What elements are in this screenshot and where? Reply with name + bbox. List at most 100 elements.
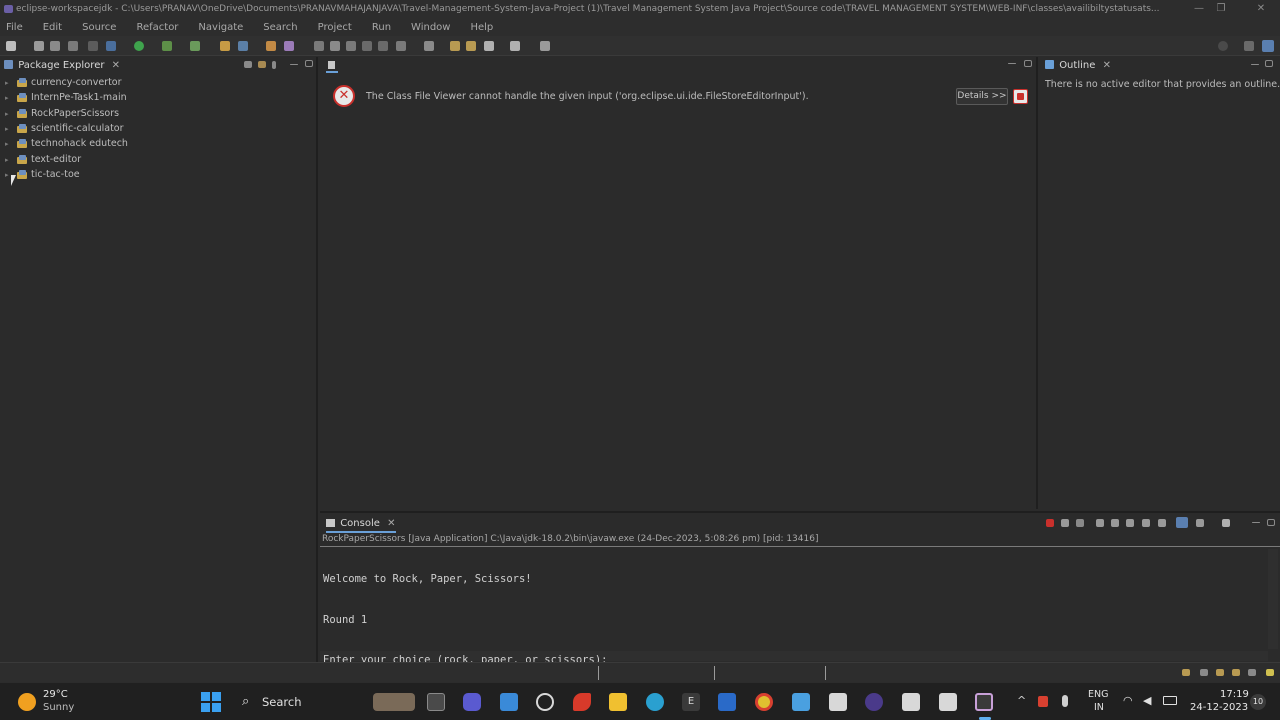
- status-icon-f[interactable]: [1266, 669, 1274, 676]
- menu-edit[interactable]: Edit: [43, 22, 62, 33]
- remove-all-terminated-icon[interactable]: [1076, 519, 1084, 527]
- editor-tab[interactable]: [326, 59, 338, 73]
- display-console-icon[interactable]: [1196, 519, 1204, 527]
- java-app-3-icon[interactable]: [939, 693, 957, 711]
- debug-icon[interactable]: [106, 41, 116, 51]
- console-vscrollbar[interactable]: [1268, 549, 1278, 649]
- tray-security-icon[interactable]: [1038, 696, 1048, 707]
- menu-refactor[interactable]: Refactor: [136, 22, 178, 33]
- maximize-editor-icon[interactable]: [1024, 60, 1032, 67]
- minimize-editor-icon[interactable]: [1008, 63, 1016, 64]
- close-button[interactable]: ✕: [1250, 0, 1272, 18]
- tree-item-rockpaperscissors[interactable]: ▸ RockPaperScissors: [5, 106, 119, 121]
- link-with-editor-icon[interactable]: [258, 61, 266, 68]
- clear-console-icon[interactable]: [1096, 519, 1104, 527]
- status-icon-c[interactable]: [1216, 669, 1224, 676]
- menu-source[interactable]: Source: [82, 22, 116, 33]
- show-whitespace-icon[interactable]: [378, 41, 388, 51]
- menu-search[interactable]: Search: [263, 22, 297, 33]
- status-icon-d[interactable]: [1232, 669, 1240, 676]
- back-icon[interactable]: [450, 41, 460, 51]
- new-package-icon[interactable]: [238, 41, 248, 51]
- tree-item-currency-convertor[interactable]: ▸ currency-convertor: [5, 75, 122, 90]
- remove-launch-icon[interactable]: [1061, 519, 1069, 527]
- mark-occurrences-icon[interactable]: [346, 41, 356, 51]
- file-explorer-icon[interactable]: [609, 693, 627, 711]
- save-icon[interactable]: [34, 41, 44, 51]
- clock-date[interactable]: 24-12-2023: [1190, 702, 1248, 713]
- wifi-icon[interactable]: ◠: [1123, 694, 1133, 707]
- terminate-icon[interactable]: [1046, 519, 1054, 527]
- lang-bottom[interactable]: IN: [1094, 702, 1104, 713]
- pin-console-icon[interactable]: [1176, 517, 1188, 528]
- minimize-view-icon[interactable]: [1252, 522, 1260, 523]
- show-on-error-icon[interactable]: [1158, 519, 1166, 527]
- open-type-icon[interactable]: [284, 41, 294, 51]
- java-app-icon[interactable]: [829, 693, 847, 711]
- print-icon[interactable]: [68, 41, 78, 51]
- menu-file[interactable]: File: [6, 22, 23, 33]
- taskbar-widget-icon[interactable]: [373, 693, 415, 711]
- mcafee-icon[interactable]: [573, 693, 591, 711]
- new-icon[interactable]: [6, 41, 16, 51]
- outline-tab[interactable]: Outline ✕: [1045, 57, 1185, 75]
- menu-window[interactable]: Window: [411, 22, 450, 33]
- console-output[interactable]: Welcome to Rock, Paper, Scissors! Round …: [323, 546, 1268, 666]
- windows-start-icon[interactable]: [201, 692, 221, 712]
- collapse-all-icon[interactable]: [244, 61, 252, 68]
- menu-project[interactable]: Project: [318, 22, 352, 33]
- tree-item-tic-tac-toe[interactable]: ▸ tic-tac-toe: [5, 167, 80, 182]
- mail-icon[interactable]: [500, 693, 518, 711]
- run-icon[interactable]: [134, 41, 144, 51]
- menu-navigate[interactable]: Navigate: [198, 22, 243, 33]
- report-bug-icon[interactable]: [1013, 89, 1028, 104]
- task-view-icon[interactable]: [427, 693, 445, 711]
- pin-icon[interactable]: [396, 41, 406, 51]
- package-explorer-tab[interactable]: Package Explorer ✕: [4, 57, 314, 75]
- java-app-2-icon[interactable]: [902, 693, 920, 711]
- status-icon-a[interactable]: [1182, 669, 1190, 676]
- edge-icon[interactable]: [646, 693, 664, 711]
- taskbar-search[interactable]: ⌕ Search: [230, 689, 340, 715]
- search-toolbar-icon[interactable]: [314, 41, 324, 51]
- word-wrap-icon[interactable]: [1126, 519, 1134, 527]
- chrome-icon[interactable]: [755, 693, 773, 711]
- view-menu-icon[interactable]: [272, 61, 276, 69]
- scroll-lock-icon[interactable]: [1111, 519, 1119, 527]
- dell-icon[interactable]: [536, 693, 554, 711]
- coverage-icon[interactable]: [162, 41, 172, 51]
- close-tab-icon[interactable]: ✕: [112, 60, 120, 71]
- clock-time[interactable]: 17:19: [1220, 689, 1249, 700]
- new-class-icon[interactable]: [266, 41, 276, 51]
- menu-help[interactable]: Help: [470, 22, 493, 33]
- terminal-icon[interactable]: [88, 41, 98, 51]
- photos-icon[interactable]: [792, 693, 810, 711]
- open-task-icon[interactable]: [540, 41, 550, 51]
- block-selection-icon[interactable]: [362, 41, 372, 51]
- status-icon-b[interactable]: [1200, 669, 1208, 676]
- weather-temp[interactable]: 29°C: [43, 689, 68, 700]
- weather-desc[interactable]: Sunny: [43, 702, 74, 713]
- maximize-button[interactable]: ❐: [1210, 0, 1232, 18]
- new-java-project-icon[interactable]: [220, 41, 230, 51]
- save-all-icon[interactable]: [50, 41, 60, 51]
- notification-badge[interactable]: 10: [1250, 694, 1266, 710]
- tree-item-scientific-calculator[interactable]: ▸ scientific-calculator: [5, 121, 124, 136]
- vscode-icon[interactable]: [718, 693, 736, 711]
- maximize-view-icon[interactable]: [305, 60, 313, 67]
- lang-top[interactable]: ENG: [1088, 689, 1108, 700]
- tray-overflow-icon[interactable]: ^: [1017, 694, 1026, 707]
- minimize-button[interactable]: —: [1188, 0, 1210, 18]
- teams-icon[interactable]: [463, 693, 481, 711]
- next-annotation-icon[interactable]: [424, 41, 434, 51]
- maximize-view-icon[interactable]: [1267, 519, 1275, 526]
- app-e-icon[interactable]: E: [682, 693, 700, 711]
- close-tab-icon[interactable]: ✕: [387, 518, 395, 529]
- open-perspective-icon[interactable]: [1244, 41, 1254, 51]
- tree-item-technohack-edutech[interactable]: ▸ technohack edutech: [5, 136, 128, 151]
- microphone-icon[interactable]: [1062, 695, 1068, 707]
- status-icon-e[interactable]: [1248, 669, 1256, 676]
- minimize-view-icon[interactable]: [290, 64, 298, 65]
- show-on-output-icon[interactable]: [1142, 519, 1150, 527]
- java-perspective-icon[interactable]: [1262, 40, 1274, 52]
